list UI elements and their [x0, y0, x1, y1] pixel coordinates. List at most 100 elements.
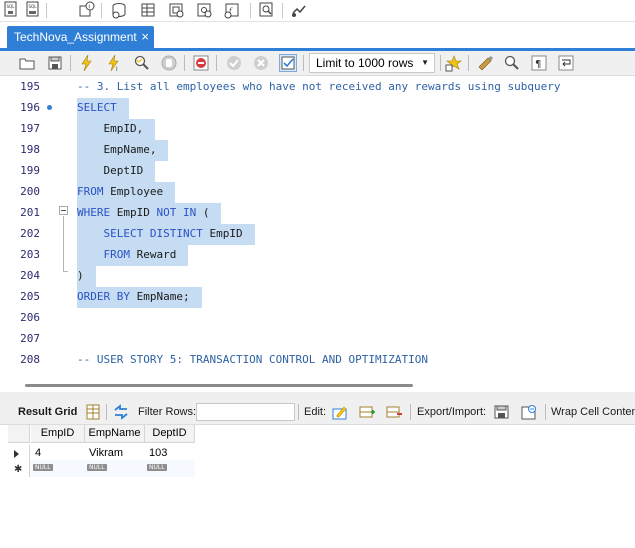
code-line[interactable]: 205 ORDER BY EmpName;: [0, 287, 635, 308]
save-icon[interactable]: [46, 54, 64, 72]
export-import-label: Export/Import:: [417, 406, 487, 418]
result-toolbar: Result Grid Filter Rows: Edit: Export/Im…: [0, 399, 635, 425]
limit-rows-value: Limit to 1000 rows: [316, 56, 414, 70]
create-table-icon[interactable]: [140, 1, 158, 19]
line-number: 202: [20, 227, 40, 240]
code-text: EmpID,: [77, 119, 156, 140]
wrap-cell-content-label[interactable]: Wrap Cell Content: [551, 406, 635, 418]
code-text: SELECT: [77, 98, 129, 119]
row-gutter: ✱: [8, 460, 30, 477]
beautify-icon[interactable]: [477, 54, 495, 72]
line-number: 197: [20, 122, 40, 135]
tab-bar: TechNova_Assignment ×: [0, 22, 635, 48]
svg-text:¶: ¶: [535, 59, 541, 70]
line-number: 203: [20, 248, 40, 261]
new-sql-tab-icon[interactable]: SQL: [2, 1, 20, 19]
insert-row-icon[interactable]: [358, 403, 376, 421]
edit-label: Edit:: [304, 406, 327, 418]
result-grid-label[interactable]: Result Grid: [18, 406, 77, 418]
refresh-icon[interactable]: [112, 403, 130, 421]
cell-new-deptid[interactable]: NULL: [145, 460, 195, 477]
grid-view-icon[interactable]: [84, 403, 102, 421]
panel-splitter[interactable]: [0, 392, 635, 399]
commit-icon[interactable]: [225, 54, 243, 72]
line-number: 195: [20, 80, 40, 93]
tab-title: TechNova_Assignment: [14, 30, 137, 44]
import-icon[interactable]: [520, 403, 538, 421]
current-row-arrow-icon: [14, 450, 19, 458]
new-row[interactable]: ✱ NULL NULL NULL: [8, 460, 195, 477]
autocommit-toggle-icon[interactable]: [279, 54, 297, 72]
code-line[interactable]: 198 EmpName,: [0, 140, 635, 161]
code-line[interactable]: 203 FROM Reward: [0, 245, 635, 266]
null-badge: NULL: [87, 464, 107, 471]
column-header-empname[interactable]: EmpName: [85, 425, 145, 443]
null-badge: NULL: [147, 464, 167, 471]
code-line[interactable]: 197 EmpID,: [0, 119, 635, 140]
stop-icon[interactable]: [160, 54, 178, 72]
sql-identifier: (: [196, 206, 210, 219]
filter-rows-input[interactable]: [196, 403, 295, 421]
find-icon[interactable]: [503, 54, 521, 72]
code-line[interactable]: 207: [0, 329, 635, 350]
code-line[interactable]: 201 WHERE EmpID NOT IN (: [0, 203, 635, 224]
search-table-icon[interactable]: [258, 1, 276, 19]
sql-identifier: Employee: [103, 185, 164, 198]
word-wrap-icon[interactable]: [557, 54, 575, 72]
column-header-empid[interactable]: EmpID: [31, 425, 85, 443]
code-line[interactable]: 200 FROM Employee: [0, 182, 635, 203]
cell-new-empname[interactable]: NULL: [85, 460, 145, 477]
execute-icon[interactable]: [78, 54, 96, 72]
code-text: FROM Employee: [77, 182, 176, 203]
delete-row-icon[interactable]: [385, 403, 403, 421]
svg-text:SQL: SQL: [7, 4, 16, 9]
rollback-icon[interactable]: [252, 54, 270, 72]
edit-cell-icon[interactable]: [331, 403, 349, 421]
open-folder-icon[interactable]: [18, 54, 36, 72]
code-line[interactable]: 195 -- 3. List all employees who have not…: [0, 77, 635, 98]
code-line[interactable]: 199 DeptID: [0, 161, 635, 182]
close-icon[interactable]: ×: [141, 26, 149, 48]
current-statement-dot-icon: [47, 105, 52, 110]
scrollbar-thumb[interactable]: [25, 384, 413, 387]
create-procedure-icon[interactable]: [196, 1, 214, 19]
code-text: -- USER STORY 5: TRANSACTION CONTROL AND…: [77, 350, 428, 369]
sql-editor[interactable]: 195 -- 3. List all employees who have not…: [0, 77, 635, 380]
create-view-icon[interactable]: [168, 1, 186, 19]
create-schema-icon[interactable]: [111, 1, 129, 19]
line-number: 200: [20, 185, 40, 198]
create-function-icon[interactable]: f: [224, 1, 242, 19]
null-badge: NULL: [33, 464, 53, 471]
stop-on-error-icon[interactable]: [192, 54, 210, 72]
cell-new-empid[interactable]: NULL: [31, 460, 85, 477]
reconnect-icon[interactable]: [290, 1, 308, 19]
invisible-chars-icon[interactable]: ¶: [530, 54, 548, 72]
sql-comment: -- 3. List all employees who have not re…: [77, 80, 561, 93]
limit-rows-select[interactable]: Limit to 1000 rows ▼: [309, 53, 435, 73]
tab-technova-assignment[interactable]: TechNova_Assignment ×: [7, 26, 154, 48]
code-line[interactable]: 196 SELECT: [0, 98, 635, 119]
sql-keyword: FROM: [77, 248, 130, 261]
sql-identifier: EmpID,: [77, 122, 144, 135]
code-line[interactable]: 206: [0, 308, 635, 329]
editor-horizontal-scrollbar[interactable]: [0, 380, 635, 392]
export-icon[interactable]: [493, 403, 511, 421]
code-line[interactable]: 202 SELECT DISTINCT EmpID: [0, 224, 635, 245]
sql-identifier: ): [77, 269, 84, 282]
add-snippet-icon[interactable]: [445, 54, 463, 72]
grid-header-row: EmpID EmpName DeptID: [8, 425, 195, 443]
info-icon[interactable]: i: [78, 1, 96, 19]
explain-icon[interactable]: [133, 54, 151, 72]
code-line[interactable]: 204): [0, 266, 635, 287]
column-header-deptid[interactable]: DeptID: [145, 425, 195, 443]
open-sql-file-icon[interactable]: SQL: [24, 1, 42, 19]
sql-identifier: DeptID: [77, 164, 144, 177]
line-number: 204: [20, 269, 40, 282]
code-line[interactable]: 208 -- USER STORY 5: TRANSACTION CONTROL …: [0, 350, 635, 371]
sql-comment: -- USER STORY 5: TRANSACTION CONTROL AND…: [77, 353, 428, 366]
line-number: 201: [20, 206, 40, 219]
execute-statement-icon[interactable]: I: [105, 54, 123, 72]
blank-icon: [50, 1, 68, 19]
sql-keyword: FROM: [77, 185, 104, 198]
new-row-star-icon: ✱: [14, 464, 23, 475]
